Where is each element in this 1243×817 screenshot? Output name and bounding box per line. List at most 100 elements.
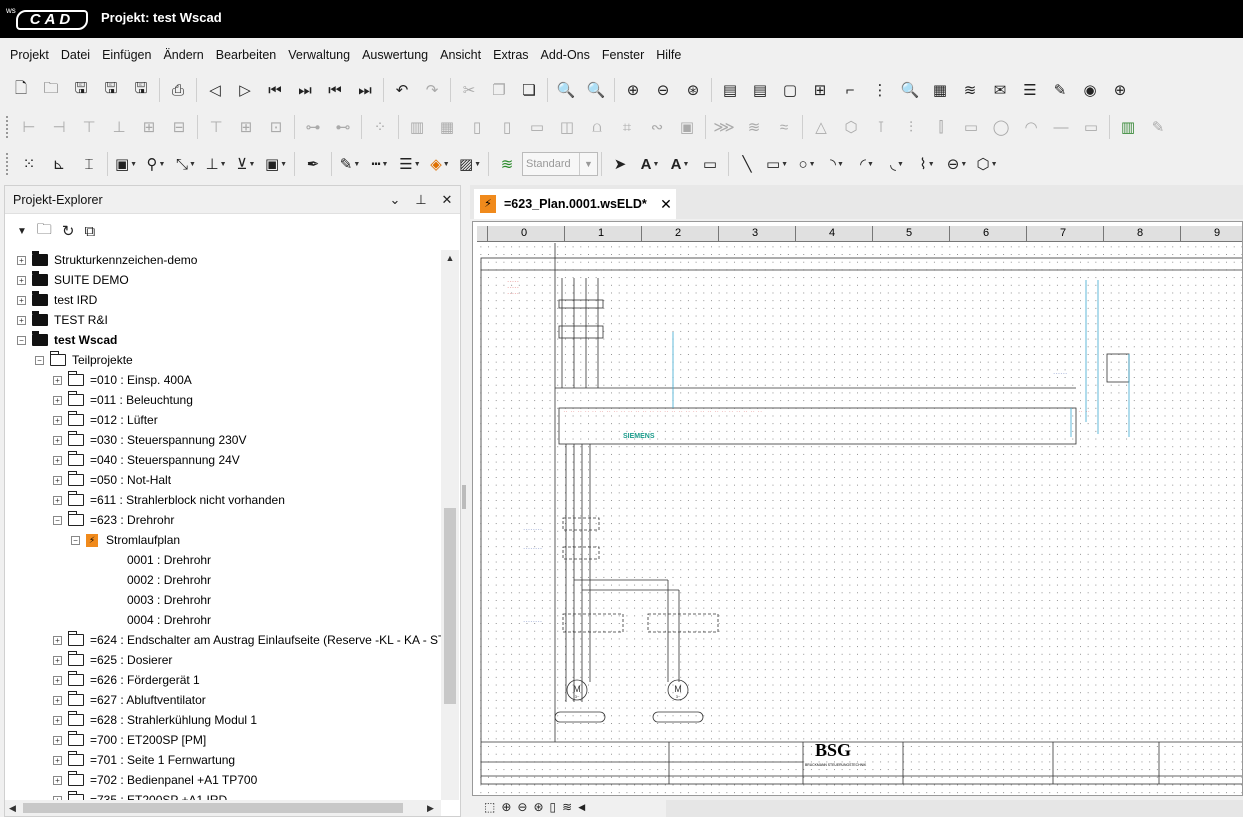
refresh-icon[interactable]: ↻: [62, 222, 75, 240]
edit-icon[interactable]: ✎: [1143, 113, 1173, 141]
collapse-icon[interactable]: −: [35, 355, 44, 365]
dash-icon[interactable]: —: [1046, 113, 1076, 141]
zoom-fit-icon[interactable]: ⊛: [678, 76, 708, 104]
layer-icon[interactable]: ≋: [492, 150, 522, 178]
close-tab-icon[interactable]: ✕: [656, 196, 676, 213]
scroll-right-icon[interactable]: ▶: [427, 800, 434, 816]
tree-item[interactable]: + Strukturkennzeichen-demo: [5, 250, 441, 270]
next-page-icon[interactable]: ▷: [230, 76, 260, 104]
tree-item[interactable]: + =700 : ET200SP [PM]: [5, 730, 441, 750]
mail-icon[interactable]: ✉: [985, 76, 1015, 104]
align-right-icon[interactable]: ⊣: [44, 113, 74, 141]
expand-icon[interactable]: +: [53, 675, 62, 685]
plc-icon[interactable]: ▣ ▼: [261, 150, 291, 178]
menu-aendern[interactable]: Ändern: [157, 48, 209, 62]
zoom-in-icon[interactable]: ⊕: [501, 800, 511, 814]
clamp-icon[interactable]: ⫿: [926, 113, 956, 141]
tree-item[interactable]: − ⚡ Stromlaufplan: [5, 530, 441, 550]
align-center-v-icon[interactable]: ⊟: [164, 113, 194, 141]
zoom-out-icon[interactable]: ⊖: [517, 800, 527, 814]
device-icon[interactable]: ▯: [462, 113, 492, 141]
rectangle-draw-icon[interactable]: ▭ ▼: [762, 150, 792, 178]
expand-icon[interactable]: +: [17, 255, 26, 265]
new-file-icon[interactable]: 🗋: [6, 76, 36, 104]
tree-item[interactable]: + =702 : Bedienpanel +A1 TP700: [5, 770, 441, 790]
structure-icon[interactable]: ⊞: [805, 76, 835, 104]
expand-icon[interactable]: +: [53, 775, 62, 785]
wire-icon[interactable]: ⤡ ▼: [171, 150, 201, 178]
menu-einfuegen[interactable]: Einfügen: [96, 48, 157, 62]
toolbar-grip[interactable]: [6, 153, 10, 175]
save-icon[interactable]: 🖫: [66, 76, 96, 104]
zoom-out-icon[interactable]: ⊖: [648, 76, 678, 104]
align-left-icon[interactable]: ⊢: [14, 113, 44, 141]
expand-icon[interactable]: +: [53, 695, 62, 705]
first-project-icon[interactable]: ⏮: [320, 76, 350, 104]
last-page-icon[interactable]: ⏭: [290, 76, 320, 104]
pipette-icon[interactable]: ✒: [298, 150, 328, 178]
tree-item[interactable]: + TEST R&I: [5, 310, 441, 330]
menu-bearbeiten[interactable]: Bearbeiten: [210, 48, 282, 62]
tree-item[interactable]: + =627 : Abluftventilator: [5, 690, 441, 710]
tree-item[interactable]: 0004 : Drehrohr: [5, 610, 441, 630]
drill-icon[interactable]: ⋙: [709, 113, 739, 141]
terminal-insert-icon[interactable]: ⊥ ▼: [201, 150, 231, 178]
tree-vertical-scrollbar[interactable]: ▲: [441, 250, 459, 800]
last-project-icon[interactable]: ⏭: [350, 76, 380, 104]
spacing-h-icon[interactable]: ⊶: [298, 113, 328, 141]
expand-icon[interactable]: +: [17, 295, 26, 305]
box-3d-icon[interactable]: ◫: [552, 113, 582, 141]
menu-fenster[interactable]: Fenster: [596, 48, 650, 62]
chevron-down-icon[interactable]: ⌄: [382, 192, 408, 208]
textbox-icon[interactable]: ▭: [695, 150, 725, 178]
rectangle-icon[interactable]: ▭: [1076, 113, 1106, 141]
eye-icon[interactable]: ◉: [1075, 76, 1105, 104]
circle-draw-icon[interactable]: ○ ▼: [792, 150, 822, 178]
tree-item[interactable]: + test IRD: [5, 290, 441, 310]
distribute-v-icon[interactable]: ⊞: [231, 113, 261, 141]
line-draw-icon[interactable]: ╲: [732, 150, 762, 178]
symbol-insert-icon[interactable]: ▣ ▼: [111, 150, 141, 178]
menu-hilfe[interactable]: Hilfe: [650, 48, 687, 62]
expand-icon[interactable]: +: [53, 715, 62, 725]
tree-item[interactable]: + =010 : Einsp. 400A: [5, 370, 441, 390]
snap-icon[interactable]: ⁘: [365, 113, 395, 141]
layers-icon[interactable]: ≋: [955, 76, 985, 104]
duct-icon[interactable]: ⩍: [582, 113, 612, 141]
tree-item[interactable]: + =625 : Dosierer: [5, 650, 441, 670]
fill-color-icon[interactable]: ◈ ▼: [425, 150, 455, 178]
frame-icon[interactable]: ⌗: [612, 113, 642, 141]
text-icon[interactable]: A ▼: [635, 150, 665, 178]
drawing-canvas[interactable]: 0123456789 ----- ----- ----- .. .. .. ..…: [472, 221, 1243, 796]
arc-draw-icon[interactable]: ◝ ▼: [822, 150, 852, 178]
expand-icon[interactable]: +: [53, 375, 62, 385]
edit-doc-icon[interactable]: ✎: [1045, 76, 1075, 104]
undo-icon[interactable]: ↶: [387, 76, 417, 104]
terminal-strip-icon[interactable]: ⫶: [896, 113, 926, 141]
cube-icon[interactable]: ⬡: [836, 113, 866, 141]
polygon-icon[interactable]: ⬡ ▼: [972, 150, 1002, 178]
paste-icon[interactable]: ❏: [514, 76, 544, 104]
split-view-icon[interactable]: ▥: [1113, 113, 1143, 141]
scroll-thumb[interactable]: [444, 508, 456, 704]
close-icon[interactable]: ✕: [434, 192, 460, 208]
rail-icon[interactable]: ▭: [522, 113, 552, 141]
page-icon[interactable]: ▯: [550, 800, 557, 814]
list-icon[interactable]: ☰: [1015, 76, 1045, 104]
menu-verwaltung[interactable]: Verwaltung: [282, 48, 356, 62]
housing-icon[interactable]: ▯: [492, 113, 522, 141]
line-style-icon[interactable]: ┅ ▼: [365, 150, 395, 178]
scroll-thumb[interactable]: [23, 803, 403, 813]
pin-icon[interactable]: ⊥: [408, 192, 434, 208]
expand-icon[interactable]: +: [53, 635, 62, 645]
expand-icon[interactable]: +: [17, 275, 26, 285]
copy-icon[interactable]: ❐: [484, 76, 514, 104]
terminal-icon[interactable]: ▦: [432, 113, 462, 141]
connect-icon[interactable]: ⌐: [835, 76, 865, 104]
menu-extras[interactable]: Extras: [487, 48, 534, 62]
tree-item[interactable]: 0003 : Drehrohr: [5, 590, 441, 610]
document-tab[interactable]: ⚡ =623_Plan.0001.wsELD* ✕: [474, 189, 676, 219]
cabinet-icon[interactable]: ▥: [402, 113, 432, 141]
tree-item[interactable]: − test Wscad: [5, 330, 441, 350]
arc2-draw-icon[interactable]: ◜ ▼: [852, 150, 882, 178]
